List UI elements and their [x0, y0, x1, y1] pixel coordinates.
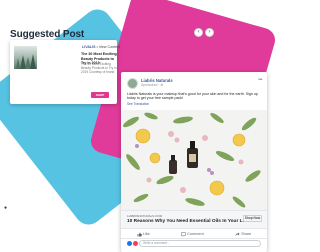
section-heading: Suggested Post	[10, 29, 85, 40]
see-translation-link[interactable]: See Translation	[127, 102, 149, 106]
brand-line: LIVALIS • View Content	[82, 45, 120, 49]
essential-oils-image[interactable]	[121, 110, 267, 210]
sponsored-label: Sponsored · ⊕	[141, 83, 164, 87]
post-thumbnail	[14, 46, 37, 69]
page-avatar[interactable]	[127, 78, 138, 89]
comment-input[interactable]: Write a comment...	[139, 240, 261, 247]
like-button[interactable]: Like	[137, 232, 150, 237]
chevron-left-icon[interactable]: ‹	[194, 28, 203, 37]
brand-name: LIVALIS	[82, 45, 96, 49]
suggested-post-description: The 30 Most Exciting Beauty Products to …	[81, 62, 117, 74]
view-content-link[interactable]: • View Content	[97, 45, 121, 49]
like-reaction-icon	[127, 241, 132, 246]
comment-button[interactable]: Comment	[181, 231, 204, 237]
share-button[interactable]: Share	[235, 232, 251, 237]
carousel-nav: ‹ ›	[194, 28, 214, 37]
shop-now-button[interactable]: Shop Now	[243, 215, 262, 222]
like-label: Like	[142, 232, 150, 236]
like-icon	[137, 232, 142, 236]
chevron-right-icon[interactable]: ›	[205, 28, 214, 37]
post-actions: Like Comment Share	[121, 230, 267, 239]
share-icon	[235, 232, 240, 236]
post-text: Liabris Naturals is your makeup that's g…	[127, 92, 258, 101]
more-icon[interactable]: •••	[258, 77, 262, 83]
link-title: 10 Reasons Why You Need Essential Oils I…	[127, 219, 249, 224]
reaction-icons[interactable]	[127, 241, 138, 246]
love-reaction-icon	[133, 241, 138, 246]
link-domain: LIABRISNATURALS.COM	[127, 214, 163, 218]
bullet-icon: ●	[4, 205, 8, 211]
comment-label: Comment	[187, 232, 204, 236]
suggested-post-card[interactable]: LIVALIS • View Content The 30 Most Excit…	[10, 40, 120, 104]
shop-button[interactable]: SHOP	[91, 92, 109, 98]
share-label: Share	[241, 232, 252, 236]
comment-icon	[181, 231, 186, 237]
facebook-post-card: Liabris Naturals Sponsored · ⊕ ••• Liabr…	[121, 72, 267, 252]
link-preview[interactable]: LIABRISNATURALS.COM 10 Reasons Why You N…	[121, 210, 267, 229]
